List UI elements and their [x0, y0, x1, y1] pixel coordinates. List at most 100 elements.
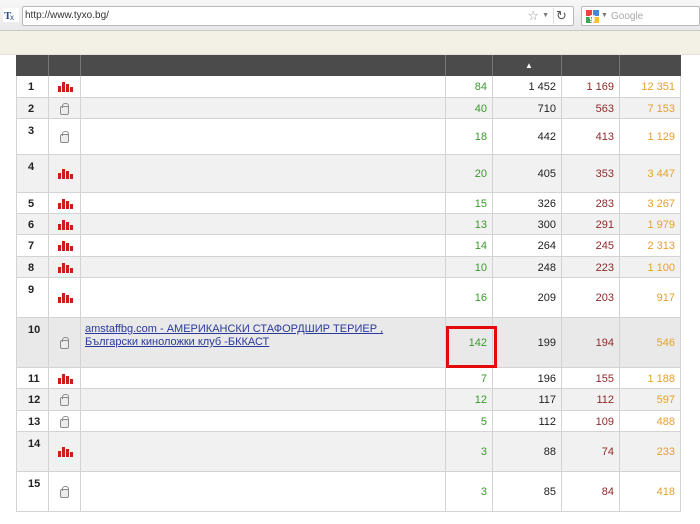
icon-cell: [49, 98, 81, 118]
icon-cell: [49, 193, 81, 213]
pageviews-cell: 2 313: [620, 235, 681, 256]
rank-cell: 14: [16, 432, 49, 471]
rank-cell: 2: [16, 98, 49, 118]
cell-value: 3: [480, 486, 487, 498]
cell-value: 15: [474, 198, 487, 210]
rank-number: 14: [28, 438, 41, 450]
rank-cell: 9: [16, 278, 49, 317]
google-logo-icon: g: [586, 10, 599, 23]
site-link-line2: Български киноложки клуб -БККАСТ: [85, 336, 270, 348]
address-bar[interactable]: http://www.tyxo.bg/ ☆ ▼ ↻: [22, 6, 574, 26]
table-row: 15 3 85 84 418: [16, 472, 681, 512]
visits-cell: 16: [446, 278, 493, 317]
bar-chart-icon[interactable]: [58, 199, 73, 209]
icon-cell: [49, 411, 81, 431]
search-engine-dropdown-icon[interactable]: ▼: [601, 12, 608, 19]
site-cell: [81, 432, 446, 471]
bar-chart-icon[interactable]: [58, 241, 73, 251]
sort-ascending-icon: ▲: [525, 61, 533, 70]
bookmark-star-icon[interactable]: ☆: [527, 9, 539, 23]
unique-cell: 109: [562, 411, 620, 431]
bar-chart-icon[interactable]: [58, 82, 73, 92]
visits-cell: 13: [446, 214, 493, 234]
visitors-cell: 196: [493, 368, 562, 388]
site-cell: [81, 411, 446, 431]
rank-number: 15: [28, 478, 41, 490]
cell-value: 418: [656, 486, 675, 498]
bar-chart-icon[interactable]: [58, 293, 73, 303]
icon-cell: [49, 278, 81, 317]
visitors-cell: 117: [493, 389, 562, 410]
icon-cell: [49, 432, 81, 471]
icon-cell: [49, 214, 81, 234]
cell-value: 10: [474, 262, 487, 274]
bookmarks-toolbar: [0, 31, 700, 55]
history-dropdown-icon[interactable]: ▼: [542, 12, 549, 19]
cell-value: 12 351: [641, 81, 675, 93]
visitors-cell: 300: [493, 214, 562, 234]
cell-value: 85: [543, 486, 556, 498]
svg-text:g: g: [589, 13, 595, 24]
bar-chart-icon[interactable]: [58, 220, 73, 230]
icon-cell: [49, 76, 81, 97]
bar-chart-icon[interactable]: [58, 169, 73, 179]
header-col1[interactable]: [446, 55, 493, 76]
site-link[interactable]: amstaffbg.com - АМЕРИКАНСКИ СТАФОРДШИР Т…: [85, 323, 440, 349]
site-favicon-icon: T x: [3, 8, 19, 22]
visitors-cell: 442: [493, 119, 562, 154]
cell-value: 1 100: [647, 262, 675, 274]
rank-number: 3: [28, 125, 35, 137]
visitors-cell: 88: [493, 432, 562, 471]
cell-value: 5: [480, 416, 487, 428]
cell-value: 155: [595, 373, 614, 385]
bar-chart-icon[interactable]: [58, 374, 73, 384]
visits-cell: 15: [446, 193, 493, 213]
rank-number: 5: [28, 198, 35, 210]
icon-cell: [49, 368, 81, 388]
cell-value: 112: [538, 416, 556, 428]
visits-cell: 84: [446, 76, 493, 97]
cell-value: 2 313: [647, 240, 675, 252]
bar-chart-icon[interactable]: [58, 263, 73, 273]
reload-icon[interactable]: ↻: [553, 8, 569, 24]
visitors-cell: 248: [493, 257, 562, 277]
header-col3[interactable]: [562, 55, 620, 76]
unique-cell: 74: [562, 432, 620, 471]
site-cell: [81, 155, 446, 192]
cell-value: 194: [595, 337, 614, 349]
lock-icon: [60, 103, 69, 115]
cell-value: 233: [656, 446, 675, 458]
cell-value: 3 447: [647, 168, 675, 180]
table-header: ▲: [16, 55, 681, 76]
cell-value: 199: [537, 337, 556, 349]
header-col4[interactable]: [620, 55, 681, 76]
url-text: http://www.tyxo.bg/: [25, 10, 109, 21]
header-col2[interactable]: ▲: [493, 55, 562, 76]
cell-value: 40: [474, 103, 487, 115]
table-row: 3 18 442 413 1 129: [16, 119, 681, 155]
cell-value: 326: [537, 198, 556, 210]
cell-value: 117: [538, 394, 556, 406]
site-cell: [81, 368, 446, 388]
site-cell: [81, 98, 446, 118]
pageviews-cell: 1 979: [620, 214, 681, 234]
search-box[interactable]: g ▼ Google: [581, 6, 700, 26]
visitors-cell: 326: [493, 193, 562, 213]
cell-value: 7: [480, 373, 487, 385]
lock-icon: [60, 131, 69, 143]
visits-cell: 5: [446, 411, 493, 431]
visitors-cell: 199: [493, 318, 562, 367]
cell-value: 1 979: [647, 219, 675, 231]
cell-value: 12: [474, 394, 487, 406]
cell-value: 546: [656, 337, 675, 349]
cell-value: 84: [601, 486, 614, 498]
cell-value: 203: [595, 292, 614, 304]
visits-cell: 10: [446, 257, 493, 277]
rank-number: 11: [28, 373, 40, 385]
pageviews-cell: 7 153: [620, 98, 681, 118]
table-row: 8 10 248 223 1 100: [16, 257, 681, 278]
pageviews-cell: 12 351: [620, 76, 681, 97]
bar-chart-icon[interactable]: [58, 447, 73, 457]
unique-cell: 291: [562, 214, 620, 234]
site-cell: [81, 235, 446, 256]
